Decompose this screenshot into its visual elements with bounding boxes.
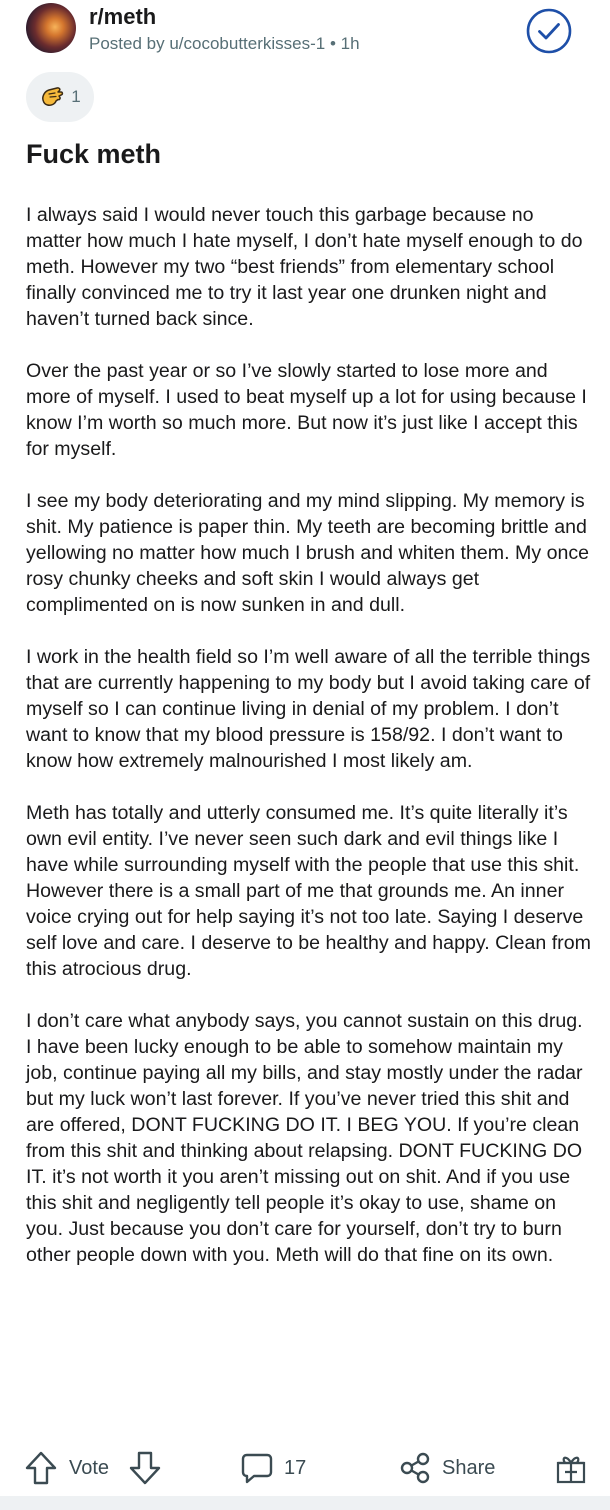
post-action-bar: Vote 17 Share [0,1440,610,1496]
subscribed-button[interactable] [526,8,572,54]
share-icon [400,1452,430,1484]
share-label: Share [442,1456,496,1479]
downvote-button[interactable] [128,1440,162,1496]
post-time: 1h [340,34,360,53]
arrow-down-icon [129,1451,161,1485]
bottom-divider [0,1496,610,1510]
post-paragraph: Meth has totally and utterly consumed me… [26,802,591,980]
post-title: Fuck meth [26,139,162,169]
meta-separator: • [325,34,341,53]
gift-button[interactable] [554,1440,588,1496]
gift-icon [556,1456,586,1484]
post-meta: Posted by u/cocobutterkisses-1 • 1h [89,34,360,54]
post-header: r/meth Posted by u/cocobutterkisses-1 • … [0,0,610,60]
comment-bubble-icon [241,1453,273,1484]
award-hand-icon [42,87,64,106]
vote-label: Vote [69,1440,109,1496]
arrow-up-icon [25,1451,57,1485]
vote-text: Vote [69,1456,110,1479]
comment-count: 17 [284,1456,307,1479]
post-paragraph: I don’t care what anybody says, you cann… [26,1010,583,1266]
subreddit-name[interactable]: r/meth [89,4,156,30]
award-count: 1 [71,87,81,106]
award-badge[interactable]: 1 [26,72,94,122]
subreddit-avatar[interactable] [26,3,76,53]
post-paragraph: I see my body deteriorating and my mind … [26,490,590,616]
check-circle-icon [526,8,572,54]
comments-button[interactable]: 17 [240,1440,306,1496]
post-paragraph: Over the past year or so I’ve slowly sta… [26,360,587,460]
post-body: I always said I would never touch this g… [26,202,591,1294]
post-author[interactable]: Posted by u/cocobutterkisses-1 [89,34,325,53]
upvote-button[interactable] [24,1440,58,1496]
share-button[interactable]: Share [398,1440,495,1496]
post-paragraph: I always said I would never touch this g… [26,204,583,330]
post-paragraph: I work in the health field so I’m well a… [26,646,591,772]
